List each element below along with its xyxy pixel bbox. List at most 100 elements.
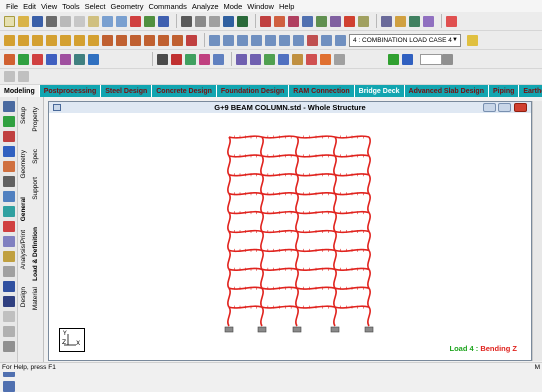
grid-settings-icon[interactable] (402, 53, 413, 65)
load-case-select[interactable]: 4 : COMBINATION LOAD CASE 4 ▼ (349, 33, 461, 47)
load-info-icon[interactable] (467, 34, 478, 46)
add-solid-icon[interactable] (3, 146, 15, 157)
property-tool-icon[interactable] (3, 251, 15, 262)
misc-tool-icon[interactable] (3, 341, 15, 352)
pointer-tool-icon[interactable] (3, 101, 15, 112)
support-tool-icon[interactable] (3, 266, 15, 277)
mirror-icon[interactable] (264, 53, 275, 65)
menu-mode[interactable]: Mode (224, 2, 243, 11)
beam-icon[interactable] (158, 15, 169, 27)
minimize-button[interactable] (483, 103, 496, 112)
member-query-icon[interactable] (260, 15, 271, 27)
structure-viewport[interactable]: G+9 BEAM COLUMN.std - Whole Structure Y … (48, 101, 532, 361)
tab-steel-design[interactable]: Steel Design (101, 85, 153, 97)
menu-help[interactable]: Help (279, 2, 294, 11)
zoom-fit-icon[interactable] (223, 34, 234, 46)
menu-view[interactable]: View (41, 2, 57, 11)
connect-beams-icon[interactable] (3, 191, 15, 202)
zoom-region-icon[interactable] (265, 34, 276, 46)
translational-repeat-icon[interactable] (236, 53, 247, 65)
select-geometry-icon[interactable] (60, 53, 71, 65)
tab-piping[interactable]: Piping (488, 85, 520, 97)
zoom-prev-icon[interactable] (237, 34, 248, 46)
select-nodes-icon[interactable] (4, 53, 15, 65)
report-icon[interactable] (381, 15, 392, 27)
support-icon[interactable] (257, 326, 267, 333)
save-icon[interactable] (32, 15, 43, 27)
new-file-icon[interactable] (4, 15, 15, 27)
magnify-icon[interactable] (293, 34, 304, 46)
rotate-down-icon[interactable] (116, 34, 127, 46)
menu-edit[interactable]: Edit (23, 2, 36, 11)
spin-right-icon[interactable] (172, 34, 183, 46)
zoom-window-icon[interactable] (209, 34, 220, 46)
undo-icon[interactable] (102, 15, 113, 27)
dimension-icon[interactable] (302, 15, 313, 27)
spin-icon[interactable] (442, 53, 453, 65)
renumber-icon[interactable] (3, 236, 15, 247)
add-plate-icon[interactable] (3, 131, 15, 142)
show-label-icon[interactable] (213, 53, 224, 65)
close-button[interactable] (514, 103, 527, 112)
menu-window[interactable]: Window (247, 2, 274, 11)
tab-bridge-deck[interactable]: Bridge Deck (354, 85, 405, 97)
side-tab-geometry[interactable]: Geometry (20, 150, 27, 179)
zoom-in-icon[interactable] (195, 15, 206, 27)
arc-icon[interactable] (446, 15, 457, 27)
mark-icon[interactable] (307, 34, 318, 46)
circular-repeat-icon[interactable] (250, 53, 261, 65)
pan-tool-icon[interactable] (186, 34, 197, 46)
node-icon[interactable] (144, 15, 155, 27)
pointer-icon[interactable] (358, 15, 369, 27)
side-tab-spec[interactable]: Spec (32, 149, 39, 164)
generate-icon[interactable] (3, 221, 15, 232)
zoom-out-icon[interactable] (209, 15, 220, 27)
page-down-icon[interactable] (3, 381, 15, 392)
show-beam-icon[interactable] (171, 53, 182, 65)
side-tab-load-definition[interactable]: Load & Definition (32, 227, 39, 281)
rotate-up-icon[interactable] (102, 34, 113, 46)
support-icon[interactable] (364, 326, 374, 333)
split-icon[interactable] (306, 53, 317, 65)
paste-icon[interactable] (88, 15, 99, 27)
side-tab-material[interactable]: Material (32, 287, 39, 310)
load-tool-icon[interactable] (3, 281, 15, 292)
show-node-icon[interactable] (157, 53, 168, 65)
open-icon[interactable] (18, 15, 29, 27)
zoom-all-icon[interactable] (279, 34, 290, 46)
support-icon[interactable] (224, 326, 234, 333)
merge-icon[interactable] (320, 53, 331, 65)
snap-grid-icon[interactable] (388, 53, 399, 65)
design-tool-icon[interactable] (3, 311, 15, 322)
show-load-icon[interactable] (199, 53, 210, 65)
rotate-view-icon[interactable] (4, 71, 15, 82)
view-icon[interactable] (181, 15, 192, 27)
menu-analyze[interactable]: Analyze (192, 2, 219, 11)
cut-icon[interactable] (60, 15, 71, 27)
analysis-tool-icon[interactable] (3, 296, 15, 307)
grid-icon[interactable] (409, 15, 420, 27)
intersect-icon[interactable] (334, 53, 345, 65)
stretch-icon[interactable] (292, 53, 303, 65)
tab-earthquake[interactable]: Earthqu (519, 85, 542, 97)
grid-spacing-input[interactable] (420, 53, 442, 65)
select-icon[interactable] (130, 15, 141, 27)
rotate-left-icon[interactable] (130, 34, 141, 46)
add-node-icon[interactable] (3, 176, 15, 187)
tab-postprocessing[interactable]: Postprocessing (39, 85, 102, 97)
side-tab-property[interactable]: Property (32, 107, 39, 132)
structure-icon[interactable] (18, 71, 29, 82)
select-beams-icon[interactable] (18, 53, 29, 65)
cursor-icon[interactable] (88, 53, 99, 65)
plate-icon[interactable] (288, 15, 299, 27)
rotate-right-icon[interactable] (144, 34, 155, 46)
tab-concrete-design[interactable]: Concrete Design (152, 85, 217, 97)
tab-ram-connection[interactable]: RAM Connection (289, 85, 355, 97)
support-icon[interactable] (330, 326, 340, 333)
select-solids-icon[interactable] (46, 53, 57, 65)
select-all-icon[interactable] (74, 53, 85, 65)
zoom-dynamic-icon[interactable] (251, 34, 262, 46)
rotate-icon[interactable] (237, 15, 248, 27)
print-icon[interactable] (46, 15, 57, 27)
tab-advanced-slab-design[interactable]: Advanced Slab Design (404, 85, 489, 97)
